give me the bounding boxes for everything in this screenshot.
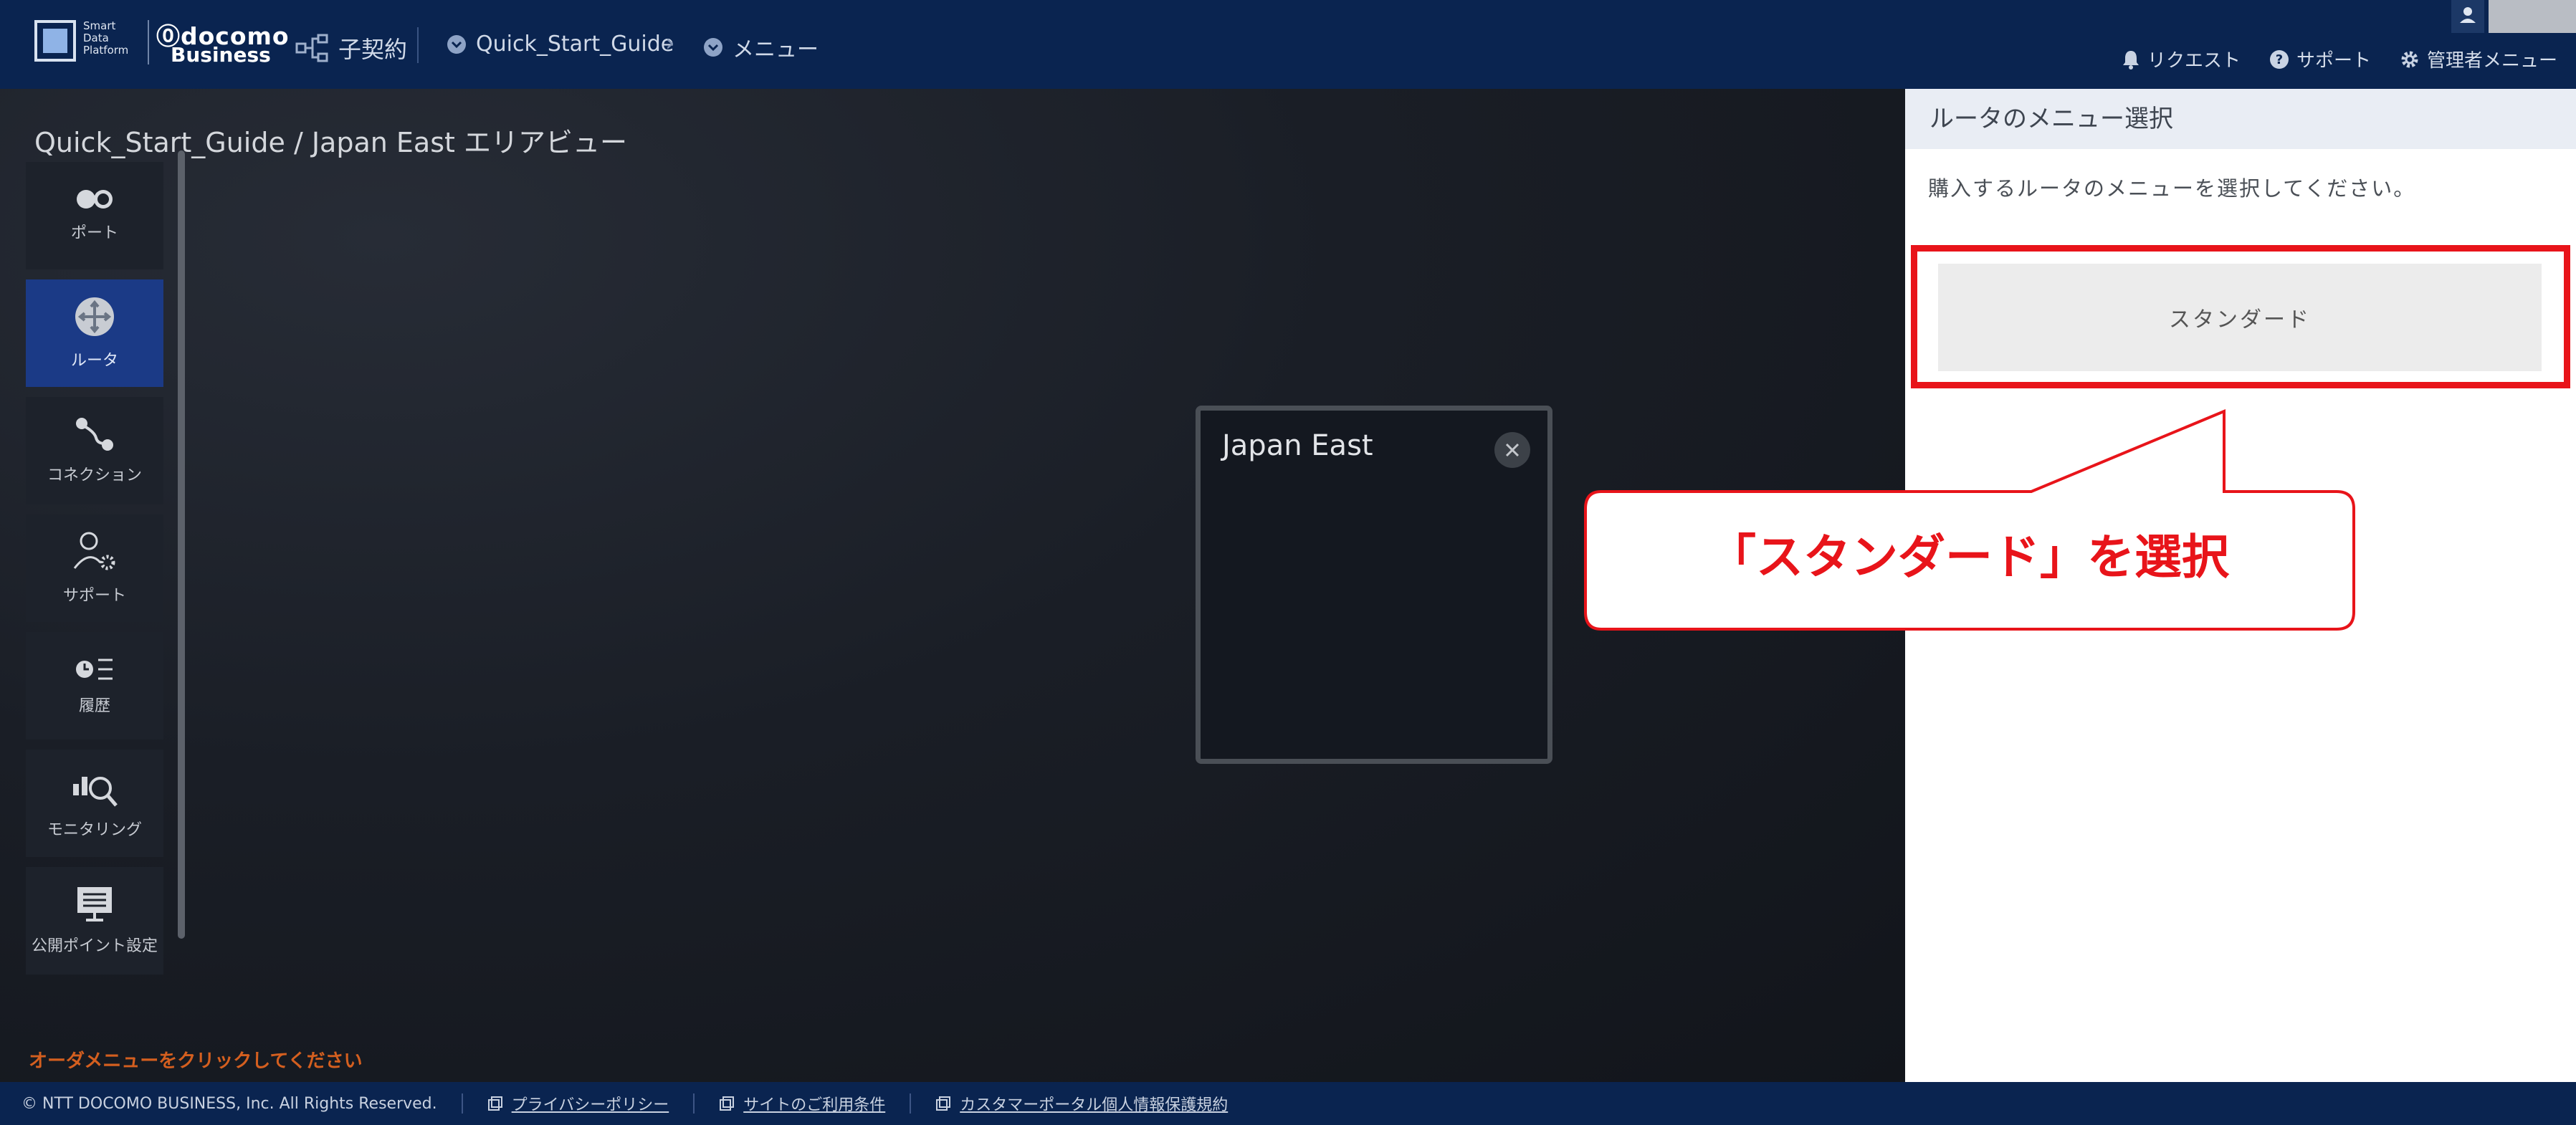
router-icon (75, 297, 114, 336)
page-title: Quick_Start_Guide / Japan East エリアビュー (34, 127, 627, 158)
support-link[interactable]: ? サポート (2269, 46, 2371, 72)
privacy-policy-link[interactable]: プライバシーポリシー (487, 1092, 669, 1115)
contract-menu[interactable]: 子契約 (295, 32, 407, 64)
sidebar-scrollbar[interactable] (178, 150, 185, 939)
breadcrumb-menu[interactable]: メニュー (702, 32, 819, 63)
user-name-redacted (2489, 0, 2576, 33)
bell-icon (2122, 50, 2139, 70)
terms-link[interactable]: サイトのご利用条件 (719, 1092, 885, 1115)
connection-icon (76, 418, 113, 451)
business-logo-text: Business (171, 43, 271, 67)
instruction-callout: 「スタンダード」を選択 (1584, 406, 2397, 631)
contract-label: 子契約 (338, 36, 408, 63)
footer-separator (910, 1093, 912, 1114)
hierarchy-icon (295, 34, 328, 62)
external-link-icon (720, 1096, 735, 1111)
area-name: Japan East (1222, 429, 1373, 462)
logo-divider (148, 20, 149, 64)
header-links: リクエスト ? サポート 管理者メニュー (2122, 46, 2557, 72)
standard-option-button[interactable]: スタンダード (1938, 264, 2542, 371)
sidebar-item-router[interactable]: ルータ (26, 279, 163, 387)
panel-title: ルータのメニュー選択 (1905, 89, 2576, 149)
breadcrumb-chevron-icon: › (665, 29, 675, 57)
order-menu-sidebar: ポート ルータ コネクション サポート 履歴 モニタリング 公開ポイント設定 (26, 162, 163, 985)
admin-menu-link[interactable]: 管理者メニュー (2400, 46, 2557, 72)
user-gear-icon (73, 532, 115, 570)
header-separator (417, 27, 419, 63)
sidebar-item-port[interactable]: ポート (26, 162, 163, 269)
sidebar-item-connection[interactable]: コネクション (26, 397, 163, 504)
callout-text: 「スタンダード」を選択 (1709, 530, 2229, 585)
callout-bubble-icon (1584, 409, 2355, 631)
footer: © NTT DOCOMO BUSINESS, Inc. All Rights R… (0, 1082, 2576, 1125)
svg-text:?: ? (2276, 52, 2283, 67)
sidebar-item-monitoring[interactable]: モニタリング (26, 750, 163, 857)
external-link-icon (936, 1096, 951, 1111)
copyright: © NTT DOCOMO BUSINESS, Inc. All Rights R… (22, 1094, 437, 1113)
user-account[interactable] (2451, 0, 2576, 33)
monitor-icon (77, 887, 112, 921)
help-circle-icon: ? (2269, 49, 2289, 69)
chevron-circle-icon (447, 34, 466, 54)
history-icon (76, 659, 113, 680)
footer-separator (461, 1093, 463, 1114)
close-icon (1505, 443, 1520, 457)
order-menu-hint: オーダメニューをクリックしてください (29, 1050, 363, 1072)
area-node-japan-east[interactable]: Japan East (1196, 406, 1552, 764)
gear-icon (2401, 51, 2418, 67)
area-close-button[interactable] (1494, 432, 1530, 468)
logo-sdp-text: Smart Data Platform (83, 19, 129, 57)
sidebar-item-support[interactable]: サポート (26, 514, 163, 622)
breadcrumb-project[interactable]: Quick_Start_Guide (446, 32, 674, 57)
panel-description: 購入するルータのメニューを選択してください。 (1928, 176, 2416, 201)
sidebar-item-history[interactable]: 履歴 (26, 632, 163, 739)
monitoring-icon (73, 777, 118, 807)
top-bar: Smart Data Platform ⓪docomo Business 子契約… (0, 0, 2576, 89)
chevron-circle-icon (704, 38, 722, 57)
sidebar-item-public-point[interactable]: 公開ポイント設定 (26, 867, 163, 975)
smart-data-platform-logo-icon[interactable] (34, 20, 76, 62)
user-icon (2451, 0, 2484, 33)
customer-privacy-link[interactable]: カスタマーポータル個人情報保護規約 (935, 1092, 1228, 1115)
request-link[interactable]: リクエスト (2122, 46, 2241, 72)
footer-separator (693, 1093, 695, 1114)
external-link-icon (487, 1096, 502, 1111)
port-icon (77, 190, 113, 209)
